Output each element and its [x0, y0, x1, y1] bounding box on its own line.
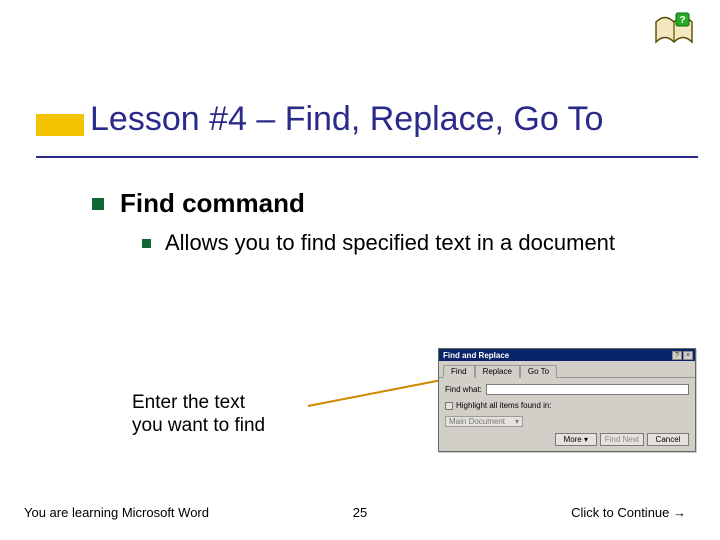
- title-underline: [36, 156, 698, 158]
- callout-leader-line: [308, 376, 456, 407]
- bullet-1-text: Find command: [120, 188, 305, 219]
- cancel-button[interactable]: Cancel: [647, 433, 689, 446]
- find-replace-dialog: Find and Replace ? × Find Replace Go To …: [438, 348, 696, 452]
- dialog-title: Find and Replace: [443, 351, 509, 360]
- highlight-check-row: Highlight all items found in:: [445, 401, 552, 410]
- dialog-tabs: Find Replace Go To: [439, 361, 695, 378]
- highlight-label: Highlight all items found in:: [456, 401, 552, 410]
- footer-page-number: 25: [353, 505, 367, 520]
- slide-title: Lesson #4 – Find, Replace, Go To: [36, 100, 700, 139]
- title-accent-bar: [36, 114, 84, 136]
- content-area: Find command Allows you to find specifie…: [92, 188, 690, 267]
- more-button[interactable]: More ▾: [555, 433, 597, 446]
- highlight-scope-dropdown[interactable]: Main Document ▾: [445, 416, 523, 427]
- book-help-icon: ?: [652, 12, 696, 53]
- bullet-level-2: Allows you to find specified text in a d…: [142, 229, 690, 257]
- dialog-help-button[interactable]: ?: [672, 351, 682, 360]
- find-what-input[interactable]: [486, 384, 689, 395]
- bullet-level-1: Find command: [92, 188, 690, 219]
- bullet-2-text: Allows you to find specified text in a d…: [165, 229, 615, 257]
- dialog-titlebar: Find and Replace ? ×: [439, 349, 695, 361]
- bullet-square-icon: [92, 198, 104, 210]
- dialog-close-button[interactable]: ×: [683, 351, 693, 360]
- dropdown-value: Main Document: [449, 417, 505, 426]
- highlight-checkbox[interactable]: [445, 402, 453, 410]
- tab-replace[interactable]: Replace: [475, 365, 520, 378]
- dialog-button-row: More ▾ Find Next Cancel: [445, 433, 689, 446]
- click-to-continue[interactable]: Click to Continue →: [571, 505, 686, 520]
- title-text: Lesson #4 – Find, Replace, Go To: [90, 100, 700, 139]
- bullet-square-icon: [142, 239, 151, 248]
- tab-find[interactable]: Find: [443, 365, 475, 378]
- slide-footer: You are learning Microsoft Word 25 Click…: [0, 505, 720, 520]
- find-what-row: Find what:: [445, 384, 689, 395]
- chevron-down-icon: ▾: [515, 417, 519, 426]
- find-what-label: Find what:: [445, 385, 482, 394]
- callout-text: Enter the text you want to find: [132, 392, 265, 438]
- dialog-body: Find what: Highlight all items found in:…: [439, 378, 695, 451]
- find-next-button[interactable]: Find Next: [600, 433, 644, 446]
- tab-goto[interactable]: Go To: [520, 365, 557, 378]
- svg-text:?: ?: [679, 15, 685, 26]
- footer-left: You are learning Microsoft Word: [24, 505, 209, 520]
